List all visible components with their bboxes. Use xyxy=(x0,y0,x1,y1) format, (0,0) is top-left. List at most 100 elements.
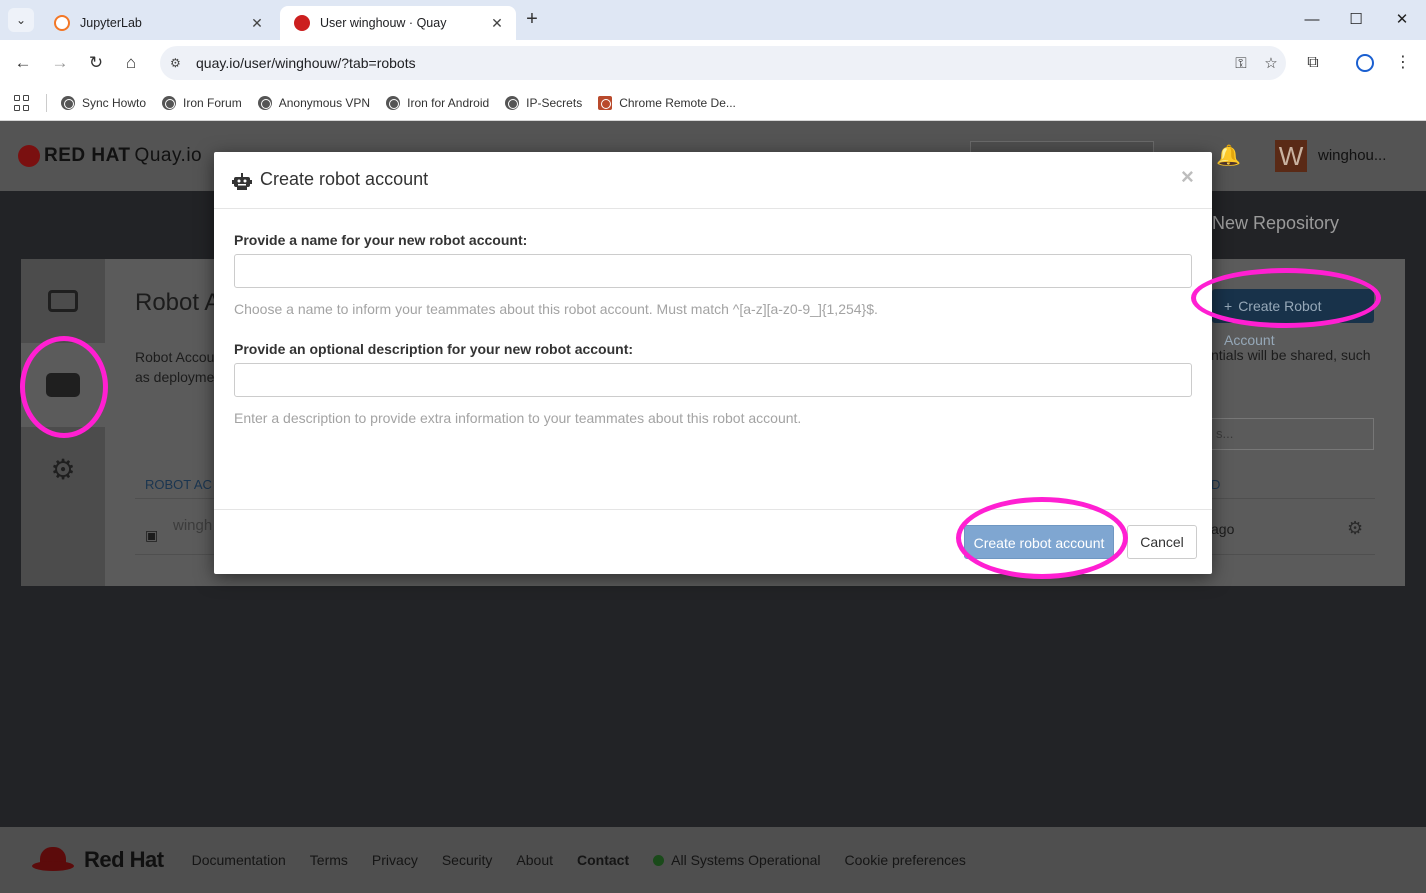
quay-logo[interactable]: RED HAT Quay.io xyxy=(18,145,202,167)
password-key-icon[interactable]: ⚿ xyxy=(1226,55,1256,72)
footer-link-terms[interactable]: Terms xyxy=(310,852,348,868)
create-robot-account-submit-button[interactable]: Create robot account xyxy=(964,525,1114,559)
user-sidebar: ⚙ xyxy=(21,259,105,586)
maximize-button[interactable]: ☐ xyxy=(1336,8,1376,32)
column-header-created[interactable]: D xyxy=(1211,477,1220,492)
globe-icon xyxy=(162,96,177,110)
globe-icon xyxy=(505,96,520,110)
modal-title: Create robot account xyxy=(260,169,429,189)
menu-button[interactable]: ⋮ xyxy=(1390,50,1416,76)
robot-icon xyxy=(232,173,252,190)
robot-name-help: Choose a name to inform your teammates a… xyxy=(234,301,878,317)
close-tab-icon[interactable]: ✕ xyxy=(488,15,506,32)
browser-tabstrip: ⌄ JupyterLab ✕ User winghouw · Quay ✕ + … xyxy=(0,0,1426,40)
robot-icon xyxy=(46,373,80,397)
forward-button[interactable]: → xyxy=(47,50,73,76)
quay-footer: Red Hat Documentation Terms Privacy Secu… xyxy=(0,827,1426,893)
robot-name-label: Provide a name for your new robot accoun… xyxy=(234,232,528,248)
arrow-right-icon: → xyxy=(51,53,69,72)
bookmarks-separator xyxy=(46,94,47,112)
sidebar-item-settings[interactable]: ⚙ xyxy=(21,427,105,511)
row-settings-gear-icon[interactable]: ⚙ xyxy=(1347,518,1363,539)
robot-description-label: Provide an optional description for your… xyxy=(234,341,634,357)
gears-icon: ⚙ xyxy=(50,453,76,485)
close-tab-icon[interactable]: ✕ xyxy=(248,15,266,32)
new-tab-button[interactable]: + xyxy=(520,8,544,32)
extensions-button[interactable]: ⧉ xyxy=(1300,50,1326,76)
bookmarks-bar: Sync Howto Iron Forum Anonymous VPN Iron… xyxy=(0,86,1426,121)
bookmark-item[interactable]: Iron Forum xyxy=(162,96,242,110)
tab-title: JupyterLab xyxy=(80,16,142,30)
sidebar-item-robots[interactable] xyxy=(21,343,105,427)
minimize-button[interactable]: — xyxy=(1292,8,1332,32)
browser-toolbar: ← → ↻ ⌂ ⚙ quay.io/user/winghouw/?tab=rob… xyxy=(0,40,1426,86)
create-robot-modal: Create robot account × Provide a name fo… xyxy=(214,152,1212,574)
globe-icon xyxy=(257,96,272,110)
bookmark-item[interactable]: IP-Secrets xyxy=(505,96,582,110)
address-bar[interactable]: ⚙ quay.io/user/winghouw/?tab=robots ⚿ ☆ xyxy=(160,46,1286,80)
redhat-hat-icon xyxy=(32,847,74,873)
reload-button[interactable]: ↻ xyxy=(83,50,109,76)
reload-icon: ↻ xyxy=(88,53,104,72)
bookmark-item[interactable]: Iron for Android xyxy=(386,96,489,110)
footer-link-contact[interactable]: Contact xyxy=(577,852,629,868)
globe-icon xyxy=(61,96,75,110)
home-button[interactable]: ⌂ xyxy=(118,50,144,76)
avatar[interactable]: W xyxy=(1275,140,1307,172)
username[interactable]: winghou... xyxy=(1318,147,1386,164)
footer-redhat-logo[interactable]: Red Hat xyxy=(32,847,164,873)
footer-link-security[interactable]: Security xyxy=(442,852,493,868)
page-title: Robot A xyxy=(135,289,221,316)
quay-favicon-icon xyxy=(294,15,310,31)
modal-header: Create robot account × xyxy=(214,152,1212,209)
jupyter-favicon-icon xyxy=(54,15,70,31)
table-row-created: ago xyxy=(1211,521,1235,537)
remote-desktop-icon xyxy=(598,96,613,110)
bookmark-item[interactable]: Sync Howto xyxy=(61,96,146,110)
back-button[interactable]: ← xyxy=(10,50,36,76)
puzzle-icon: ⧉ xyxy=(1307,54,1319,71)
new-repository-link[interactable]: New Repository xyxy=(1212,213,1339,234)
notifications-bell-icon[interactable]: 🔔 xyxy=(1216,143,1241,168)
tab-quay[interactable]: User winghouw · Quay ✕ xyxy=(280,6,516,40)
chevron-down-icon: ⌄ xyxy=(15,13,27,27)
apps-grid-icon[interactable] xyxy=(14,95,30,111)
column-header-robot-account[interactable]: ROBOT AC xyxy=(145,477,212,492)
footer-link-about[interactable]: About xyxy=(516,852,553,868)
close-window-button[interactable]: ✕ xyxy=(1382,8,1422,32)
bookmark-star-icon[interactable]: ☆ xyxy=(1256,54,1286,72)
modal-footer-divider xyxy=(214,509,1212,510)
robot-name-input[interactable] xyxy=(234,254,1192,288)
globe-icon xyxy=(386,96,401,110)
url-text[interactable]: quay.io/user/winghouw/?tab=robots xyxy=(196,55,1226,71)
table-row-robot-name[interactable]: wingh xyxy=(173,517,212,534)
footer-link-documentation[interactable]: Documentation xyxy=(192,852,286,868)
site-info-icon[interactable]: ⚙ xyxy=(170,56,190,70)
sidebar-item-repositories[interactable] xyxy=(21,259,105,343)
cancel-button[interactable]: Cancel xyxy=(1127,525,1197,559)
robot-filter-input[interactable]: s... xyxy=(1211,418,1374,450)
tab-search-button[interactable]: ⌄ xyxy=(8,8,34,32)
footer-status[interactable]: All Systems Operational xyxy=(671,852,820,868)
account-circle-icon xyxy=(1356,53,1374,72)
create-robot-account-button[interactable]: + Create Robot Account xyxy=(1212,289,1374,348)
robot-description: Robot Accou as deployme xyxy=(135,349,215,385)
footer-link-privacy[interactable]: Privacy xyxy=(372,852,418,868)
tab-jupyterlab[interactable]: JupyterLab ✕ xyxy=(40,6,276,40)
bookmark-item[interactable]: Chrome Remote De... xyxy=(598,96,736,110)
footer-cookie-preferences[interactable]: Cookie preferences xyxy=(845,852,966,868)
arrow-left-icon: ← xyxy=(14,53,32,72)
storage-drive-icon xyxy=(48,290,78,312)
home-icon: ⌂ xyxy=(125,53,137,72)
robot-icon: ▣ xyxy=(145,527,159,543)
status-ok-icon xyxy=(653,854,665,866)
kebab-menu-icon: ⋮ xyxy=(1395,54,1411,71)
plus-icon: + xyxy=(1224,298,1233,314)
redhat-logo-icon xyxy=(18,145,40,167)
close-icon[interactable]: × xyxy=(1181,164,1194,190)
bookmark-item[interactable]: Anonymous VPN xyxy=(257,96,370,110)
profile-button[interactable] xyxy=(1352,50,1378,76)
robot-description-input[interactable] xyxy=(234,363,1192,397)
tab-title: User winghouw · Quay xyxy=(320,16,447,30)
robot-description-help: Enter a description to provide extra inf… xyxy=(234,410,802,426)
